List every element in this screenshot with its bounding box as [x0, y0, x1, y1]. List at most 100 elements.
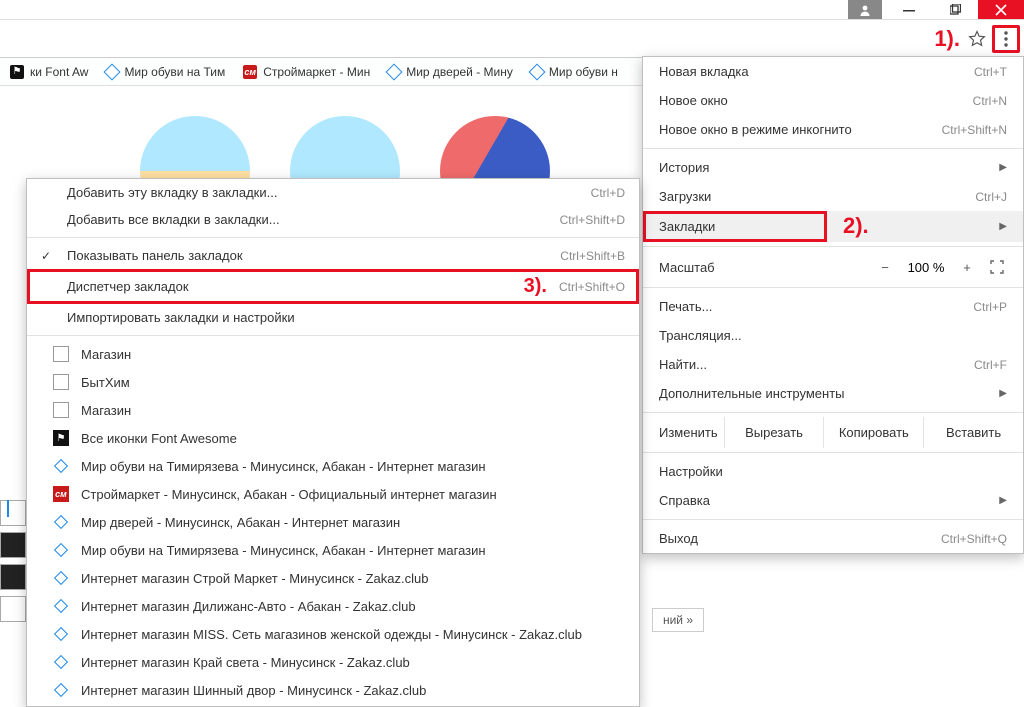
- bookmark-item[interactable]: ⚑ Все иконки Font Awesome: [27, 424, 639, 452]
- bookmark-label: ки Font Aw: [30, 65, 88, 79]
- thumbnail[interactable]: [0, 532, 26, 558]
- submenu-add-bookmark[interactable]: Добавить эту вкладку в закладки...Ctrl+D: [27, 179, 639, 206]
- menu-cast[interactable]: Трансляция...: [643, 321, 1023, 350]
- bookmark-bar-item[interactable]: Мир обуви н: [525, 62, 624, 82]
- zoom-in-button[interactable]: +: [953, 255, 981, 279]
- menu-find[interactable]: Найти... Ctrl+F: [643, 350, 1023, 379]
- bookmark-label: Интернет магазин Край света - Минусинск …: [81, 655, 625, 670]
- menu-settings[interactable]: Настройки: [643, 457, 1023, 486]
- maximize-button[interactable]: [932, 0, 978, 19]
- menu-shortcut: Ctrl+Shift+D: [560, 213, 625, 227]
- menu-shortcut: Ctrl+F: [974, 358, 1007, 372]
- menu-separator: [643, 452, 1023, 453]
- menu-separator: [643, 519, 1023, 520]
- edit-paste-button[interactable]: Вставить: [923, 417, 1023, 448]
- overflow-bookmark-tag[interactable]: ний »: [652, 608, 704, 632]
- submenu-import[interactable]: Импортировать закладки и настройки: [27, 304, 639, 331]
- menu-label: Новое окно в режиме инкогнито: [659, 122, 852, 137]
- zoom-out-button[interactable]: −: [871, 255, 899, 279]
- menu-shortcut: Ctrl+J: [975, 190, 1007, 204]
- menu-label: Добавить все вкладки в закладки...: [67, 212, 548, 227]
- thumbnail[interactable]: [0, 564, 26, 590]
- menu-help[interactable]: Справка ▶: [643, 486, 1023, 515]
- cm-icon: см: [53, 486, 69, 502]
- menu-shortcut: Ctrl+N: [973, 94, 1007, 108]
- menu-new-window[interactable]: Новое окно Ctrl+N: [643, 86, 1023, 115]
- zoom-value: 100 %: [901, 260, 951, 275]
- fontawesome-icon: ⚑: [53, 430, 69, 446]
- menu-bookmarks[interactable]: Закладки 2). ▶: [643, 211, 1023, 242]
- menu-shortcut: Ctrl+Shift+B: [560, 249, 625, 263]
- bookmark-bar-item[interactable]: смСтроймаркет - Мин: [237, 62, 376, 82]
- bookmark-label: Все иконки Font Awesome: [81, 431, 625, 446]
- fontawesome-icon: ⚑: [10, 65, 24, 79]
- minimize-button[interactable]: [886, 0, 932, 19]
- bookmark-item[interactable]: Мир обуви на Тимирязева - Минусинск, Аба…: [27, 536, 639, 564]
- chevron-right-icon: ▶: [999, 495, 1007, 506]
- diamond-icon: [53, 542, 69, 558]
- fullscreen-button[interactable]: [983, 255, 1011, 279]
- bookmark-bar-item[interactable]: Мир дверей - Мину: [382, 62, 519, 82]
- cm-icon: см: [243, 65, 257, 79]
- bookmark-label: Строймаркет - Минусинск, Абакан - Официа…: [81, 487, 625, 502]
- menu-shortcut: Ctrl+Shift+N: [942, 123, 1007, 137]
- bookmark-item[interactable]: Интернет магазин Дилижанс-Авто - Абакан …: [27, 592, 639, 620]
- menu-label: Загрузки: [659, 189, 711, 204]
- main-menu-button[interactable]: [992, 25, 1020, 53]
- bookmark-item[interactable]: БытХим: [27, 368, 639, 396]
- bookmark-bar-item[interactable]: ⚑ ки Font Aw: [4, 62, 94, 82]
- user-account-button[interactable]: [848, 0, 882, 19]
- bookmark-label: Мир обуви н: [549, 65, 618, 79]
- chevron-right-icon: ▶: [999, 162, 1007, 173]
- annotation-3: 3).: [524, 275, 547, 298]
- bookmark-label: Интернет магазин Дилижанс-Авто - Абакан …: [81, 599, 625, 614]
- menu-print[interactable]: Печать...Ctrl+P: [643, 292, 1023, 321]
- menu-more-tools[interactable]: Дополнительные инструменты▶: [643, 379, 1023, 408]
- thumbnail[interactable]: [0, 596, 26, 622]
- bookmark-bar-item[interactable]: Мир обуви на Тим: [100, 62, 231, 82]
- menu-label: Изменить: [643, 417, 724, 448]
- bookmark-item[interactable]: Интернет магазин Край света - Минусинск …: [27, 648, 639, 676]
- menu-label: Справка: [659, 493, 710, 508]
- menu-shortcut: Ctrl+Shift+O: [559, 280, 625, 294]
- menu-label: Найти...: [659, 357, 707, 372]
- menu-incognito[interactable]: Новое окно в режиме инкогнито Ctrl+Shift+…: [643, 115, 1023, 144]
- bookmark-star-button[interactable]: [964, 26, 990, 52]
- menu-label: Добавить эту вкладку в закладки...: [67, 185, 579, 200]
- bookmark-label: Мир обуви на Тим: [124, 65, 225, 79]
- thumbnail[interactable]: [0, 500, 26, 526]
- bookmark-item[interactable]: Мир обуви на Тимирязева - Минусинск, Аба…: [27, 452, 639, 480]
- menu-label: Дополнительные инструменты: [659, 386, 845, 401]
- menu-label: Новое окно: [659, 93, 728, 108]
- page-icon: [53, 346, 69, 362]
- bookmark-item[interactable]: Магазин: [27, 396, 639, 424]
- menu-shortcut: Ctrl+Shift+Q: [941, 532, 1007, 546]
- diamond-icon: [7, 500, 9, 517]
- menu-new-tab[interactable]: Новая вкладкаCtrl+T: [643, 57, 1023, 86]
- edit-copy-button[interactable]: Копировать: [823, 417, 923, 448]
- bookmark-item[interactable]: Интернет магазин Строй Маркет - Минусинс…: [27, 564, 639, 592]
- bookmark-item[interactable]: см Строймаркет - Минусинск, Абакан - Офиц…: [27, 480, 639, 508]
- submenu-show-bar[interactable]: Показывать панель закладокCtrl+Shift+B: [27, 242, 639, 269]
- window-titlebar: [0, 0, 1024, 20]
- bookmark-label: Интернет магазин Шинный двор - Минусинск…: [81, 683, 625, 698]
- diamond-icon: [386, 63, 403, 80]
- bookmark-item[interactable]: Интернет магазин Шинный двор - Минусинск…: [27, 676, 639, 704]
- bookmark-item[interactable]: Магазин: [27, 340, 639, 368]
- menu-history[interactable]: История▶: [643, 153, 1023, 182]
- menu-zoom: Масштаб − 100 % +: [643, 251, 1023, 283]
- submenu-bookmark-manager[interactable]: Диспетчер закладок 3). Ctrl+Shift+O: [27, 269, 639, 304]
- bookmark-item[interactable]: Мир дверей - Минусинск, Абакан - Интерне…: [27, 508, 639, 536]
- bookmark-label: Мир дверей - Мину: [406, 65, 513, 79]
- menu-exit[interactable]: ВыходCtrl+Shift+Q: [643, 524, 1023, 553]
- close-button[interactable]: [978, 0, 1024, 19]
- menu-separator: [643, 148, 1023, 149]
- main-menu: Новая вкладкаCtrl+T Новое окно Ctrl+N Нов…: [642, 56, 1024, 554]
- menu-downloads[interactable]: Загрузки Ctrl+J: [643, 182, 1023, 211]
- menu-shortcut: Ctrl+P: [973, 300, 1007, 314]
- user-icon: [859, 4, 871, 16]
- submenu-add-all[interactable]: Добавить все вкладки в закладки... Ctrl+S…: [27, 206, 639, 233]
- diamond-icon: [53, 626, 69, 642]
- bookmark-label: БытХим: [81, 375, 625, 390]
- edit-cut-button[interactable]: Вырезать: [724, 417, 824, 448]
